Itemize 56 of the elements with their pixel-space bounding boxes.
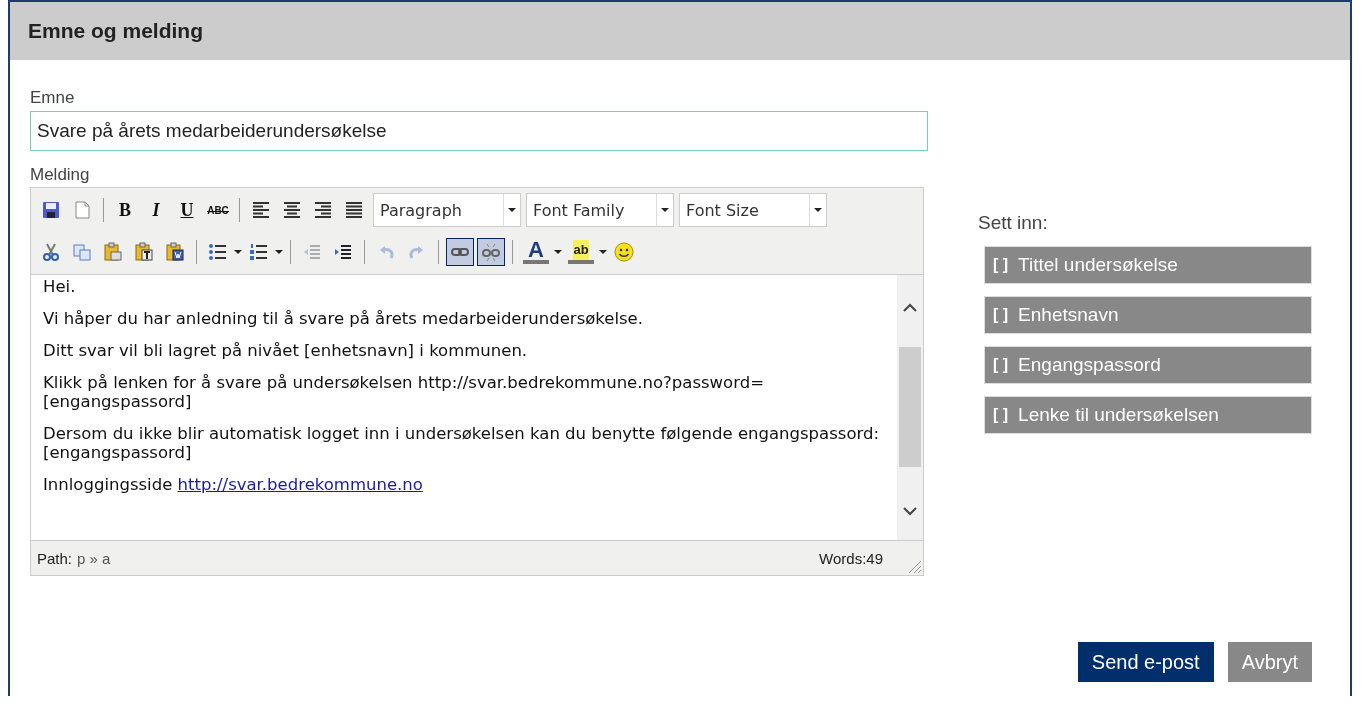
field-label: Emne bbox=[30, 88, 76, 108]
clipboard-icon bbox=[134, 242, 154, 262]
align-left-icon bbox=[251, 200, 271, 220]
scissors-icon bbox=[41, 242, 61, 262]
broken-link-icon bbox=[481, 242, 501, 262]
insert-button[interactable]: [ ] Engangspassord bbox=[984, 346, 1312, 384]
copy-icon bbox=[72, 242, 92, 262]
subject-field[interactable]: Svare på årets medarbeiderundersøkelse bbox=[30, 111, 928, 151]
field-label: Melding bbox=[30, 165, 91, 185]
cancel-button[interactable]: Avbryt bbox=[1227, 642, 1312, 682]
align-right-icon bbox=[313, 200, 333, 220]
toolbar-button[interactable] bbox=[446, 238, 474, 266]
paragraph: Klikk på lenken for å svare på undersøkelsen http://svar.bedrekommune.no?password= [engangspassord] bbox=[43, 373, 765, 411]
send-button[interactable]: Send e-post bbox=[1077, 642, 1214, 682]
insert-button[interactable]: [ ] Tittel undersøkelse bbox=[984, 246, 1312, 284]
panel-title: Emne og melding bbox=[10, 2, 1350, 60]
paragraph: Dersom du ikke blir automatisk logget inn i undersøkelsen kan du benytte følgende engangspassord: [engangspassord] bbox=[43, 424, 880, 462]
toolbar-button[interactable]: B bbox=[111, 196, 139, 224]
indent-icon bbox=[333, 242, 353, 262]
link[interactable]: http://svar.bedrekommune.no bbox=[177, 475, 423, 494]
caret-icon[interactable] bbox=[234, 250, 242, 254]
scroll-up-icon[interactable] bbox=[903, 303, 917, 313]
scrollbar[interactable] bbox=[897, 275, 923, 540]
paragraph: Innloggingsside http://svar.bedrekommune.no bbox=[43, 475, 424, 494]
dropdown[interactable]: Font Family bbox=[526, 193, 674, 227]
justify-icon bbox=[344, 200, 364, 220]
caret-icon[interactable] bbox=[275, 250, 283, 254]
caret-icon[interactable] bbox=[599, 250, 607, 254]
toolbar-button[interactable]: U bbox=[173, 196, 201, 224]
toolbar-button[interactable]: A bbox=[520, 238, 552, 266]
path-label: Path: bbox=[37, 549, 73, 567]
insert-button[interactable]: [ ] Lenke til undersøkelsen bbox=[984, 396, 1312, 434]
word-count: Words:49 bbox=[819, 549, 883, 567]
smiley-icon bbox=[614, 242, 634, 262]
section-label: Sett inn: bbox=[978, 212, 1049, 234]
resize-grip-icon[interactable] bbox=[907, 559, 921, 573]
toolbar-button[interactable]: ab bbox=[565, 238, 597, 266]
blank-page-icon bbox=[72, 200, 92, 220]
element-path: p » a bbox=[77, 549, 111, 567]
numbered-list-icon bbox=[249, 242, 269, 262]
scroll-down-icon[interactable] bbox=[903, 506, 917, 516]
paragraph: Ditt svar vil bli lagret på nivået [enhetsnavn] i kommunen. bbox=[43, 341, 529, 360]
dropdown[interactable]: Paragraph bbox=[373, 193, 521, 227]
paragraph: Hei. bbox=[43, 277, 77, 296]
toolbar-button[interactable]: I bbox=[142, 196, 170, 224]
clipboard-icon bbox=[165, 242, 185, 262]
paragraph: Vi håper du har anledning til å svare på årets medarbeiderundersøkelse. bbox=[43, 309, 645, 328]
toolbar-button[interactable]: ABC bbox=[204, 196, 232, 224]
dropdown[interactable]: Font Size bbox=[679, 193, 827, 227]
align-center-icon bbox=[282, 200, 302, 220]
clipboard-icon bbox=[103, 242, 123, 262]
insert-button[interactable]: [ ] Enhetsnavn bbox=[984, 296, 1312, 334]
outdent-icon bbox=[302, 242, 322, 262]
toolbar-button[interactable] bbox=[477, 238, 505, 266]
bullet-list-icon bbox=[208, 242, 228, 262]
caret-icon[interactable] bbox=[554, 250, 562, 254]
